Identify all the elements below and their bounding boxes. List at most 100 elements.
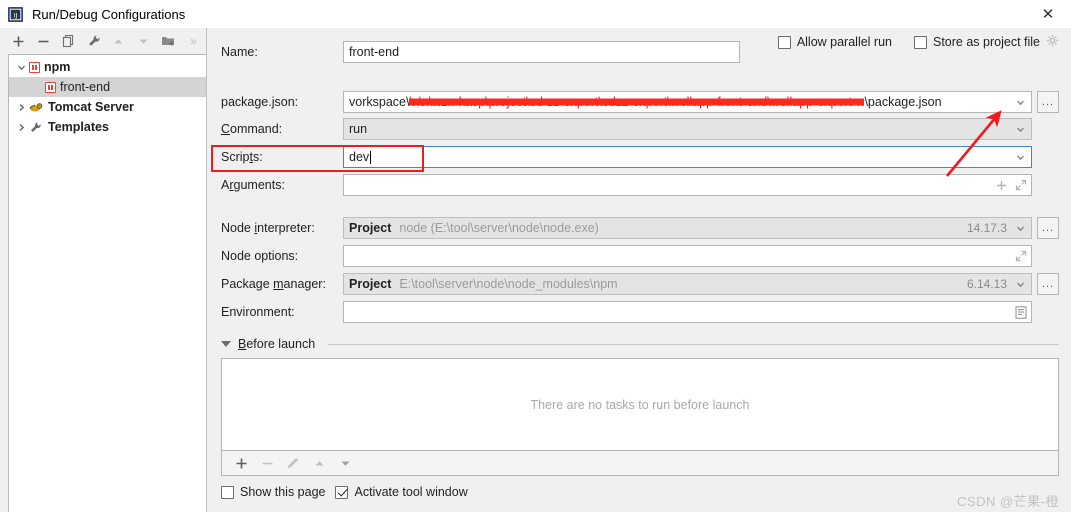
wrench-icon[interactable] <box>81 29 106 53</box>
node-version-badge: 14.17.3 <box>966 221 1007 235</box>
checkbox-box <box>914 35 927 49</box>
checkbox-box <box>221 485 234 499</box>
activate-tool-window-checkbox[interactable]: Activate tool window <box>335 485 468 499</box>
chevron-down-icon[interactable] <box>1009 92 1031 112</box>
scripts-row: Scripts: dev <box>221 146 1059 168</box>
move-task-down-button[interactable] <box>332 452 358 475</box>
before-launch-toolbar <box>221 451 1059 476</box>
before-launch-title: Before launch <box>238 337 316 351</box>
package-json-path-visible-start: vorkspace\ <box>349 95 410 109</box>
command-value: run <box>349 122 368 136</box>
scripts-value: dev <box>349 150 370 164</box>
environment-row: Environment: <box>221 301 1059 323</box>
expand-icon[interactable] <box>1011 250 1031 262</box>
tree-item-npm[interactable]: npm <box>9 57 206 77</box>
more-options-button[interactable]: » <box>181 29 206 53</box>
node-interpreter-label: Node interpreter: <box>221 221 315 235</box>
before-launch-task-list[interactable]: There are no tasks to run before launch <box>221 358 1059 451</box>
store-as-project-file-label: Store as project file <box>933 35 1040 49</box>
show-this-page-checkbox[interactable]: Show this page <box>221 485 325 499</box>
environment-input[interactable] <box>343 301 1032 323</box>
before-launch-header: Before launch <box>221 337 1059 351</box>
command-label: Command: <box>221 122 283 136</box>
tomcat-icon <box>29 102 44 113</box>
tree-item-label: npm <box>44 60 71 74</box>
package-manager-select[interactable]: Project E:\tool\server\node\node_modules… <box>343 273 1032 295</box>
package-json-browse-button[interactable]: ... <box>1037 91 1059 113</box>
remove-configuration-button[interactable] <box>31 29 56 53</box>
name-label: Name: <box>221 45 258 59</box>
svg-text:IJ: IJ <box>14 11 18 19</box>
tree-item-tomcat-server[interactable]: Tomcat Server <box>9 97 206 117</box>
activate-tool-window-label: Activate tool window <box>354 485 468 499</box>
pencil-icon[interactable] <box>280 452 306 475</box>
move-down-button[interactable] <box>131 29 156 53</box>
node-options-input[interactable] <box>343 245 1032 267</box>
wrench-icon <box>29 121 44 134</box>
scripts-input[interactable]: dev <box>343 146 1032 168</box>
arguments-input[interactable] <box>343 174 1032 196</box>
section-divider <box>328 343 1059 345</box>
configuration-form: Allow parallel run Store as project file… <box>207 28 1071 512</box>
tree-item-front-end[interactable]: front-end <box>9 77 206 97</box>
chevron-down-icon[interactable] <box>221 341 231 347</box>
configurations-tree[interactable]: npm front-end Tomcat Server Templates <box>8 54 206 512</box>
package-json-label: package.json: <box>221 95 299 109</box>
npm-icon <box>29 61 40 73</box>
package-json-path-visible-end: \package.json <box>864 95 942 109</box>
allow-parallel-run-label: Allow parallel run <box>796 35 892 49</box>
package-manager-value: E:\tool\server\node\node_modules\npm <box>399 277 618 291</box>
node-interpreter-row: Node interpreter: Project node (E:\tool\… <box>221 217 1059 239</box>
chevron-down-icon[interactable] <box>1009 274 1031 294</box>
gear-icon[interactable] <box>1046 34 1059 50</box>
node-options-row: Node options: <box>221 245 1059 267</box>
folder-plus-icon[interactable] <box>156 29 181 53</box>
close-icon[interactable]: ✕ <box>1025 0 1071 28</box>
package-json-row: package.json: vorkspace\ \x\x\wzn-kasp\p… <box>221 91 1059 113</box>
add-configuration-button[interactable] <box>6 29 31 53</box>
expand-icon[interactable] <box>1011 179 1031 191</box>
command-row: Command: run <box>221 118 1059 140</box>
package-json-path-redacted: \x\x\wzn-kasp\project\sd-zz-export\edzz-… <box>409 95 865 109</box>
add-task-button[interactable] <box>228 452 254 475</box>
list-editor-icon[interactable] <box>1011 305 1031 319</box>
arguments-row: Arguments: <box>221 174 1059 196</box>
environment-label: Environment: <box>221 305 295 319</box>
package-json-input[interactable]: vorkspace\ \x\x\wzn-kasp\project\sd-zz-e… <box>343 91 1032 113</box>
footer-options: Show this page Activate tool window <box>221 485 1059 499</box>
allow-parallel-run-checkbox[interactable]: Allow parallel run <box>777 35 892 49</box>
configurations-sidebar: » npm front-end Tomcat Server Templates <box>0 28 207 512</box>
node-interpreter-value: node (E:\tool\server\node\node.exe) <box>399 221 599 235</box>
redaction-strikethrough <box>409 98 865 106</box>
store-as-project-file-checkbox[interactable]: Store as project file <box>914 34 1059 50</box>
npm-icon <box>45 81 56 93</box>
copy-configuration-button[interactable] <box>56 29 81 53</box>
node-interpreter-prefix: Project <box>349 221 392 235</box>
node-interpreter-browse-button[interactable]: ... <box>1037 217 1059 239</box>
remove-task-button[interactable] <box>254 452 280 475</box>
window-title-bar: IJ Run/Debug Configurations ✕ <box>0 0 1071 28</box>
tree-item-templates[interactable]: Templates <box>9 117 206 137</box>
chevron-right-icon[interactable] <box>13 103 29 112</box>
package-manager-row: Package manager: Project E:\tool\server\… <box>221 273 1059 295</box>
text-caret <box>370 150 372 164</box>
add-argument-button[interactable] <box>991 180 1011 191</box>
intellij-idea-icon: IJ <box>8 6 23 22</box>
package-manager-label: Package manager: <box>221 277 326 291</box>
name-input[interactable]: front-end <box>343 41 740 63</box>
chevron-down-icon[interactable] <box>1009 119 1031 139</box>
checkbox-box <box>335 485 349 499</box>
sidebar-toolbar: » <box>0 28 206 54</box>
chevron-down-icon[interactable] <box>1009 147 1031 167</box>
node-interpreter-select[interactable]: Project node (E:\tool\server\node\node.e… <box>343 217 1032 239</box>
command-select[interactable]: run <box>343 118 1032 140</box>
package-manager-browse-button[interactable]: ... <box>1037 273 1059 295</box>
checkbox-box <box>777 35 791 49</box>
top-options: Allow parallel run Store as project file <box>777 34 1059 50</box>
chevron-down-icon[interactable] <box>13 63 29 72</box>
move-up-button[interactable] <box>106 29 131 53</box>
chevron-right-icon[interactable] <box>13 123 29 132</box>
csdn-watermark: CSDN @芒果-橙 <box>957 494 1059 509</box>
move-task-up-button[interactable] <box>306 452 332 475</box>
chevron-down-icon[interactable] <box>1009 218 1031 238</box>
